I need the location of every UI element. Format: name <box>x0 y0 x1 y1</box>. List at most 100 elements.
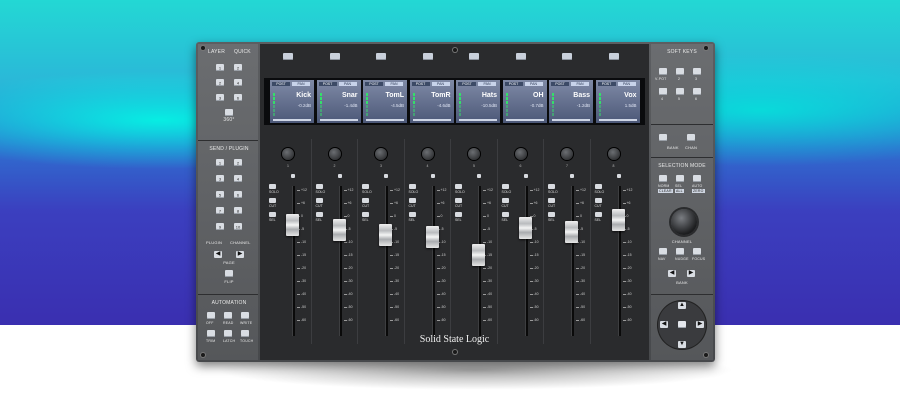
automation-button[interactable] <box>241 312 249 319</box>
right-arrow-button[interactable]: ▶ <box>696 321 704 328</box>
bank-button[interactable] <box>659 134 667 141</box>
selection-mode-button[interactable] <box>676 175 684 182</box>
channel-sel-button[interactable] <box>548 212 555 217</box>
channel-cut-button[interactable] <box>315 198 323 203</box>
center-button[interactable] <box>678 321 686 328</box>
channel-sel-button[interactable] <box>594 212 602 217</box>
left-arrow-button[interactable]: ◀ <box>660 321 668 328</box>
send-plugin-label: SEND / PLUGIN <box>209 146 249 152</box>
soft-key-button[interactable] <box>659 88 667 95</box>
selection-mode-button[interactable] <box>693 175 701 182</box>
channel-cut-button[interactable] <box>269 198 276 203</box>
vpot-button[interactable] <box>659 68 667 75</box>
channel-sel-button[interactable] <box>501 212 509 217</box>
channel-select-button[interactable] <box>608 53 619 60</box>
channel-fader[interactable] <box>286 214 299 237</box>
channel-cut-button[interactable] <box>594 198 602 203</box>
channel-vpot-knob[interactable] <box>421 148 434 160</box>
channel-solo-button[interactable] <box>269 184 276 189</box>
channel-fader[interactable] <box>611 209 625 232</box>
channel-vpot-knob[interactable] <box>607 148 620 160</box>
page-right-button[interactable]: ▶ <box>236 251 244 258</box>
layer-button[interactable]: 3 <box>216 94 224 101</box>
channel-vpot-knob[interactable] <box>375 148 387 160</box>
channel-fader[interactable] <box>472 243 485 266</box>
send-button[interactable]: 1 <box>216 159 224 166</box>
quick-button[interactable]: 6 <box>234 94 242 101</box>
nav-mode-button[interactable] <box>693 248 701 255</box>
channel-cut-button[interactable] <box>548 198 555 203</box>
soft-key-button[interactable] <box>676 68 684 75</box>
channel-fader[interactable] <box>518 216 532 239</box>
send-button[interactable]: 9 <box>216 223 224 230</box>
automation-button[interactable] <box>207 330 215 337</box>
channel-cut-button[interactable] <box>362 198 369 203</box>
nav-mode-button[interactable] <box>676 248 684 255</box>
quick-button[interactable]: 2 <box>234 64 242 71</box>
automation-button[interactable] <box>241 330 249 337</box>
send-button[interactable]: 6 <box>234 191 242 198</box>
channel-sel-button[interactable] <box>362 212 369 217</box>
ssl360-button[interactable] <box>225 109 233 116</box>
channel-solo-button[interactable] <box>548 184 555 189</box>
channel-select-button[interactable] <box>376 53 386 60</box>
channel-solo-button[interactable] <box>362 184 369 189</box>
channel-sel-button[interactable] <box>455 212 462 217</box>
nav-mode-button[interactable] <box>659 248 667 255</box>
layer-button[interactable]: 2 <box>216 79 224 86</box>
channel-encoder-knob[interactable] <box>671 209 697 235</box>
channel-vpot-knob[interactable] <box>328 148 341 160</box>
soft-key-button[interactable] <box>676 88 684 95</box>
send-button[interactable]: 5 <box>216 191 224 198</box>
quick-number: 2 <box>236 65 240 70</box>
bank-left-button[interactable]: ◀ <box>668 270 676 277</box>
channel-vpot-knob[interactable] <box>561 148 573 160</box>
channel-cut-button[interactable] <box>501 198 509 203</box>
scale-tick <box>436 216 440 217</box>
channel-fader[interactable] <box>332 219 346 242</box>
channel-fader[interactable] <box>565 220 578 243</box>
selection-mode-label: SELECTION MODE <box>658 163 706 169</box>
channel-select-button[interactable] <box>283 53 293 60</box>
channel-vpot-knob[interactable] <box>282 148 294 160</box>
send-button[interactable]: 3 <box>216 175 224 182</box>
automation-button[interactable] <box>207 312 215 319</box>
channel-solo-button[interactable] <box>501 184 509 189</box>
soft-key-button[interactable] <box>693 68 701 75</box>
channel-select-button[interactable] <box>422 53 433 60</box>
send-button[interactable]: 4 <box>234 175 242 182</box>
channel-fader[interactable] <box>425 225 439 248</box>
send-button[interactable]: 10 <box>234 223 242 230</box>
channel-solo-button[interactable] <box>315 184 323 189</box>
automation-button[interactable] <box>224 312 232 319</box>
up-arrow-button[interactable]: ▲ <box>678 302 686 309</box>
channel-sel-button[interactable] <box>315 212 323 217</box>
channel-solo-button[interactable] <box>455 184 462 189</box>
channel-solo-button[interactable] <box>594 184 602 189</box>
send-button[interactable]: 8 <box>234 207 242 214</box>
soft-key-button[interactable] <box>693 88 701 95</box>
channel-vpot-knob[interactable] <box>468 148 480 160</box>
channel-cut-button[interactable] <box>408 198 416 203</box>
bank-right-button[interactable]: ▶ <box>687 270 695 277</box>
selection-mode-button[interactable] <box>659 175 667 182</box>
send-button[interactable]: 7 <box>216 207 224 214</box>
channel-select-button[interactable] <box>329 53 340 60</box>
flip-button[interactable] <box>225 270 233 277</box>
channel-fader[interactable] <box>379 224 392 247</box>
down-arrow-button[interactable]: ▼ <box>678 341 686 348</box>
channel-select-button[interactable] <box>515 53 526 60</box>
quick-button[interactable]: 4 <box>234 79 242 86</box>
channel-solo-button[interactable] <box>408 184 416 189</box>
channel-sel-button[interactable] <box>269 212 276 217</box>
layer-button[interactable]: 1 <box>216 64 224 71</box>
send-button[interactable]: 2 <box>234 159 242 166</box>
channel-vpot-knob[interactable] <box>514 148 527 160</box>
channel-select-button[interactable] <box>562 53 572 60</box>
channel-select-button[interactable] <box>469 53 479 60</box>
channel-sel-button[interactable] <box>408 212 416 217</box>
chan-button[interactable] <box>687 134 695 141</box>
automation-button[interactable] <box>224 330 232 337</box>
channel-cut-button[interactable] <box>455 198 462 203</box>
page-left-button[interactable]: ◀ <box>214 251 222 258</box>
